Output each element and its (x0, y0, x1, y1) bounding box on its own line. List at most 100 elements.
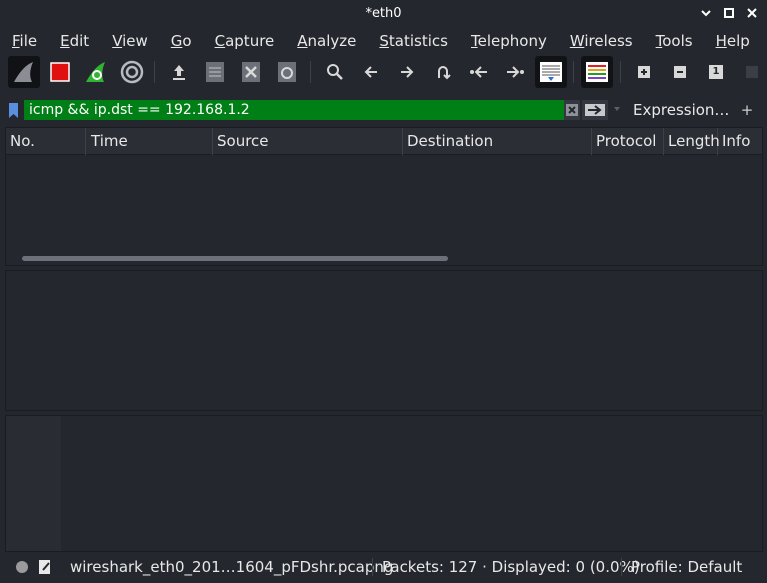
menu-view-label: iew (122, 32, 148, 50)
column-header-source[interactable]: Source (213, 128, 403, 155)
display-filter-bar: Expression… + (0, 96, 767, 124)
reload-file-icon (278, 62, 296, 82)
menu-view[interactable]: View (110, 30, 150, 52)
menu-capture-mnemonic: C (214, 32, 226, 50)
zoom-in-icon (638, 66, 650, 78)
open-file-button[interactable] (163, 56, 195, 88)
packet-bytes-pane[interactable] (5, 415, 763, 552)
menu-file-label: ile (19, 32, 38, 50)
restart-capture-icon (86, 62, 105, 82)
column-header-no[interactable]: No. (6, 128, 86, 155)
chevron-down-icon (701, 10, 711, 17)
menu-help-mnemonic: H (715, 32, 727, 50)
column-header-length[interactable]: Length (664, 128, 720, 155)
status-bar: wireshark_eth0_201…1604_pFDshr.pcapng Pa… (0, 554, 767, 581)
packet-list-horizontal-scrollbar[interactable] (22, 256, 448, 261)
go-first-packet-button[interactable] (463, 56, 495, 88)
bytes-offset-gutter (6, 416, 61, 551)
apply-filter-button[interactable] (582, 100, 608, 120)
menu-capture-label: apture (225, 32, 275, 50)
column-header-info[interactable]: Info (718, 128, 764, 155)
capture-options-button[interactable] (116, 56, 148, 88)
save-file-icon (206, 62, 224, 82)
go-forward-icon (401, 66, 414, 78)
menu-statistics[interactable]: Statistics (377, 30, 450, 52)
main-toolbar: 1 (0, 54, 767, 92)
colorize-button[interactable] (581, 56, 613, 88)
menu-wireless-label: ireless (584, 32, 633, 50)
menu-analyze[interactable]: Analyze (295, 30, 358, 52)
filter-history-dropdown-icon[interactable] (612, 104, 622, 114)
go-back-icon (364, 66, 377, 78)
capture-options-gear-icon (120, 60, 144, 84)
autoscroll-icon (540, 62, 562, 82)
column-header-protocol[interactable]: Protocol (592, 128, 664, 155)
menu-statistics-label: tatistics (388, 32, 448, 50)
go-back-button[interactable] (355, 56, 387, 88)
close-button[interactable] (745, 6, 759, 20)
stop-capture-button[interactable] (44, 56, 76, 88)
add-filter-button[interactable]: + (738, 100, 756, 120)
column-header-time[interactable]: Time (87, 128, 213, 155)
packet-list-pane[interactable]: No. Time Source Destination Protocol Len… (5, 127, 763, 266)
zoom-out-icon (674, 66, 686, 78)
status-profile[interactable]: Profile: Default (631, 558, 742, 576)
window-title: *eth0 (365, 6, 402, 21)
save-file-button[interactable] (199, 56, 231, 88)
packet-details-pane[interactable] (5, 270, 763, 411)
normal-size-icon: 1 (709, 65, 723, 79)
close-file-icon (242, 62, 260, 82)
menu-telephony-mnemonic: T (470, 32, 478, 50)
menu-go-mnemonic: G (170, 32, 183, 50)
menu-help[interactable]: Help (714, 30, 752, 52)
filter-bookmark-button[interactable] (6, 100, 20, 120)
autoscroll-button[interactable] (535, 56, 567, 88)
bookmark-icon (8, 102, 18, 118)
display-filter-input[interactable] (24, 100, 564, 120)
zoom-in-button[interactable] (628, 56, 660, 88)
find-packet-icon (327, 64, 343, 80)
colorize-icon (586, 62, 608, 82)
reload-file-button[interactable] (271, 56, 303, 88)
menu-statistics-mnemonic: S (379, 32, 389, 50)
maximize-button[interactable] (722, 6, 736, 20)
column-header-destination[interactable]: Destination (403, 128, 592, 155)
capture-comment-edit-icon[interactable] (38, 559, 52, 575)
minimize-button[interactable] (699, 6, 713, 20)
close-file-button[interactable] (235, 56, 267, 88)
menu-edit[interactable]: Edit (58, 30, 91, 52)
menu-analyze-mnemonic: A (297, 32, 308, 50)
square-icon (724, 8, 734, 18)
menu-capture[interactable]: Capture (213, 30, 277, 52)
go-forward-button[interactable] (391, 56, 423, 88)
zoom-out-button[interactable] (664, 56, 696, 88)
normal-size-button[interactable]: 1 (700, 56, 732, 88)
status-packet-count: Packets: 127 · Displayed: 0 (0.0%) (382, 558, 640, 576)
menu-go-label: o (182, 32, 192, 50)
arrow-right-icon (585, 104, 605, 116)
clear-filter-button[interactable] (564, 100, 580, 120)
menu-tools[interactable]: Tools (654, 30, 695, 52)
restart-capture-button[interactable] (80, 56, 112, 88)
menu-tools-label: ools (662, 32, 693, 50)
resize-columns-button[interactable] (736, 56, 767, 88)
go-last-packet-button[interactable] (499, 56, 531, 88)
expert-info-led-icon[interactable] (16, 561, 28, 573)
menu-view-mnemonic: V (112, 32, 123, 50)
packet-list-header: No. Time Source Destination Protocol Len… (6, 128, 762, 155)
status-capture-file: wireshark_eth0_201…1604_pFDshr.pcapng (70, 558, 394, 576)
menu-edit-mnemonic: E (60, 32, 70, 50)
start-capture-button[interactable] (8, 56, 40, 88)
clear-icon (566, 104, 578, 116)
shark-fin-start-icon (14, 62, 33, 82)
find-packet-button[interactable] (319, 56, 351, 88)
menu-edit-label: dit (69, 32, 90, 50)
menu-go[interactable]: Go (169, 30, 194, 52)
menu-file[interactable]: File (10, 30, 39, 52)
menu-telephony[interactable]: Telephony (469, 30, 549, 52)
go-to-packet-button[interactable] (427, 56, 459, 88)
stop-capture-icon (50, 62, 70, 82)
menu-wireless[interactable]: Wireless (568, 30, 635, 52)
expression-button[interactable]: Expression… (628, 100, 729, 120)
menu-analyze-label: nalyze (307, 32, 357, 50)
